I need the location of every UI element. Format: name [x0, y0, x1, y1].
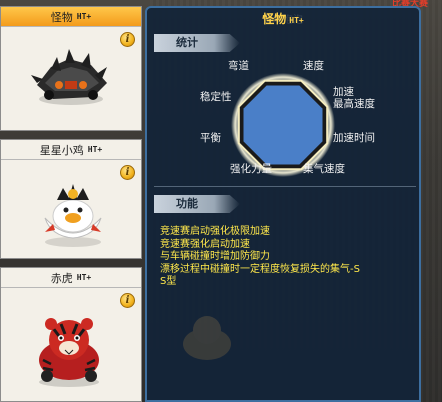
star-chick-kart-image: [44, 184, 102, 247]
kart-card-title: 赤虎 HT+: [1, 268, 141, 288]
stats-section-tab: 统计: [154, 34, 240, 52]
radar-value-polygon: [243, 85, 323, 165]
ht-badge: HT+: [76, 12, 92, 21]
ht-badge: HT+: [87, 145, 103, 154]
info-icon[interactable]: i: [120, 32, 135, 47]
kart-card-body: i: [1, 27, 141, 150]
kart-card-chihu[interactable]: 赤虎 HT+ i: [0, 267, 142, 402]
kart-card-title: 星星小鸡 HT+: [1, 140, 141, 160]
monster-kart-image: [31, 49, 107, 105]
panel-title-name: 怪物: [262, 12, 287, 26]
stat-label-stability: 稳定性: [200, 91, 232, 103]
function-item: 与车辆碰撞时增加防御力: [160, 251, 270, 262]
kart-card-body: i: [1, 288, 141, 402]
kart-card-body: i: [1, 160, 141, 278]
stat-label-accel-max-1: 加速: [333, 86, 354, 98]
functions-list: 竞速赛启动强化极限加速 竞速赛强化启动加速 与车辆碰撞时增加防御力 漂移过程中碰…: [160, 226, 416, 289]
kart-info-panel: 灵魂泡泡 怪物 HT+ 统计 弯道 速度 加速 最高速度 稳定性 平衡 加速时间 …: [145, 6, 421, 402]
function-item: 竞速赛强化启动加速: [160, 238, 250, 250]
stat-label-accel-time: 加速时间: [333, 132, 375, 144]
stat-label-boost: 集气速度: [303, 163, 345, 175]
stats-heading: 统计: [176, 36, 198, 49]
kart-card-title: 怪物 HT+: [1, 7, 141, 27]
stat-label-speed: 速度: [303, 60, 324, 72]
ht-badge: HT+: [76, 273, 92, 282]
function-item: 竞速赛启动强化极限加速: [160, 226, 270, 237]
stat-label-corner: 弯道: [228, 60, 249, 72]
info-icon[interactable]: i: [120, 165, 135, 180]
function-item: S型: [160, 276, 177, 287]
functions-section-tab: 功能: [154, 195, 240, 213]
panel-title: 怪物 HT+: [147, 10, 419, 28]
function-item: 漂移过程中碰撞时一定程度恢复损失的集气-S: [160, 263, 360, 275]
stat-label-power: 强化力量: [230, 163, 272, 175]
kart-name: 赤虎: [50, 271, 73, 285]
section-divider: [154, 186, 416, 187]
functions-heading: 功能: [176, 197, 198, 210]
kart-name: 星星小鸡: [39, 143, 84, 157]
ghost-kart-image: [183, 316, 231, 360]
info-icon[interactable]: i: [120, 293, 135, 308]
stat-label-accel-max-2: 最高速度: [333, 98, 375, 110]
panel-title-badge: HT+: [289, 16, 304, 25]
stat-label-balance: 平衡: [200, 132, 221, 144]
red-tiger-kart-image: [39, 318, 99, 387]
kart-card-guaiwu[interactable]: 怪物 HT+ i: [0, 6, 142, 131]
kart-card-xingxingxiaoji[interactable]: 星星小鸡 HT+ i: [0, 139, 142, 259]
kart-name: 怪物: [50, 10, 73, 24]
